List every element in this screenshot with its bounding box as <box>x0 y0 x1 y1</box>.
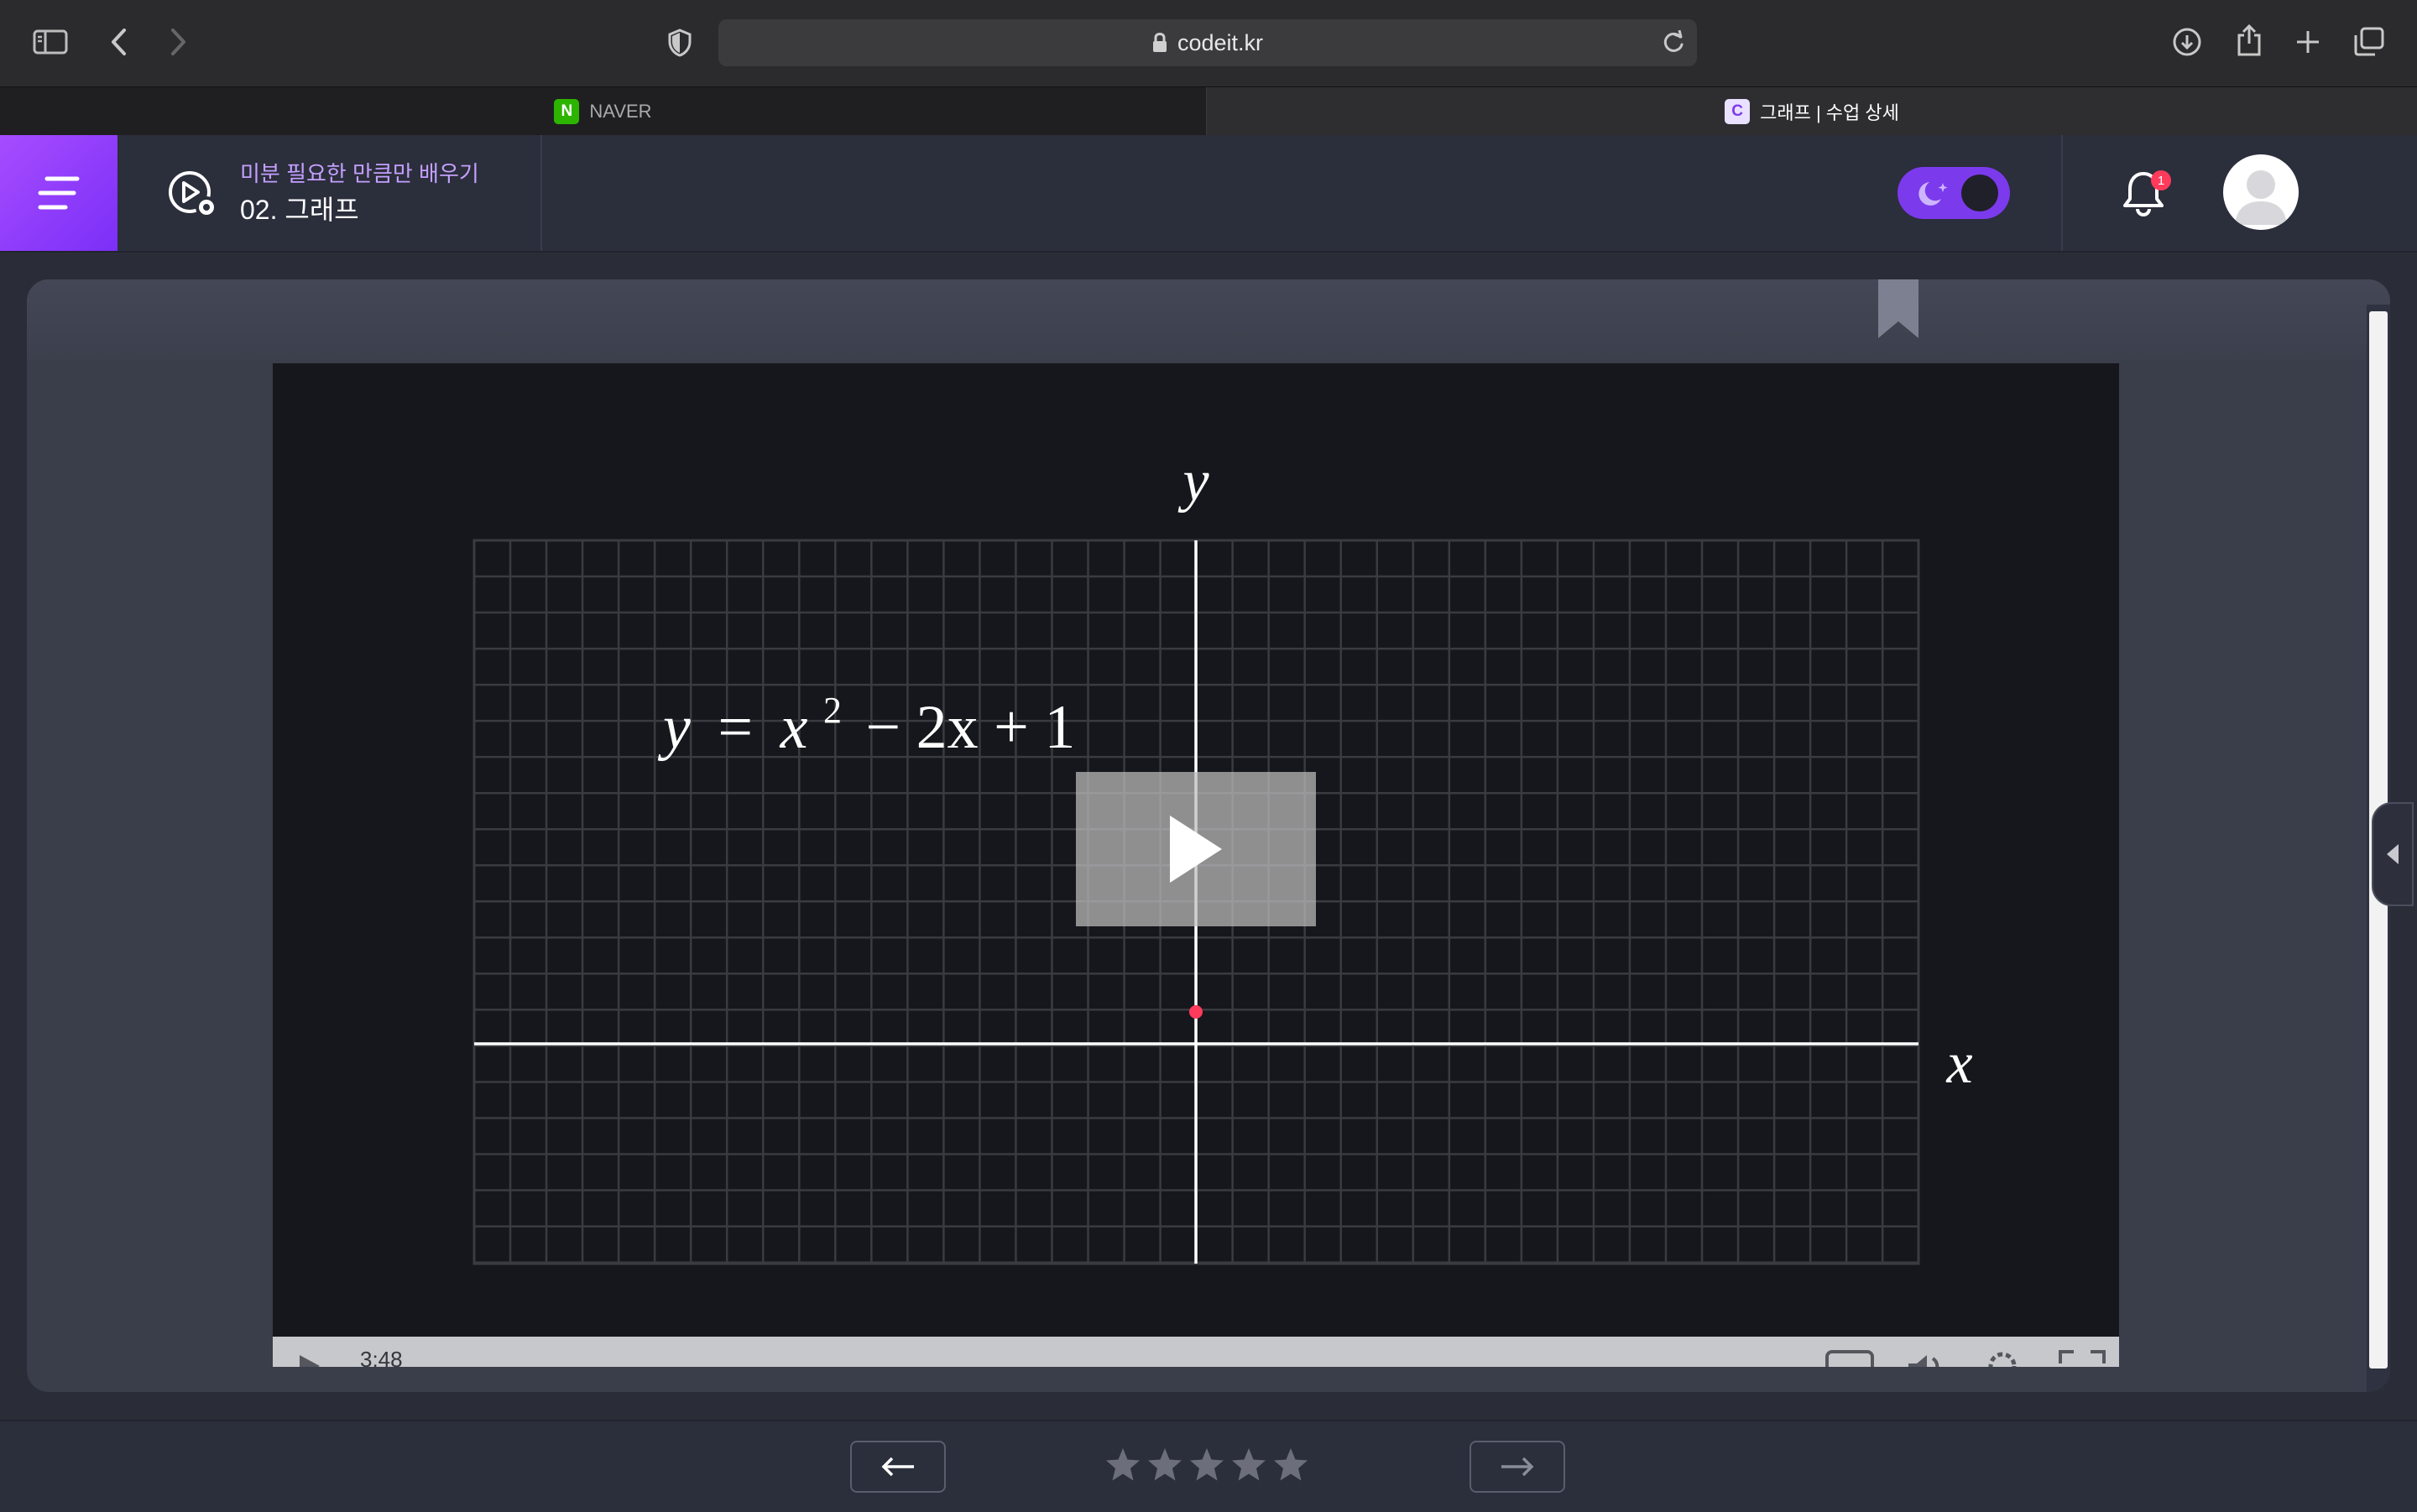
menu-button[interactable] <box>0 135 117 251</box>
user-icon <box>2235 170 2287 225</box>
tab-label: 그래프 | 수업 상세 <box>1760 102 1899 123</box>
star-icon[interactable] <box>1104 1447 1141 1483</box>
star-icon[interactable] <box>1188 1447 1225 1483</box>
course-info[interactable]: 미분 필요한 만큼만 배우기 02. 그래프 <box>117 135 542 251</box>
url-text: codeit.kr <box>1177 29 1264 55</box>
volume-icon[interactable] <box>1905 1350 1947 1367</box>
rating-stars[interactable] <box>1104 1447 1309 1483</box>
course-name: 미분 필요한 만큼만 배우기 <box>240 161 479 186</box>
captions-icon[interactable] <box>1825 1350 1874 1367</box>
fullscreen-icon[interactable] <box>2059 1350 2106 1367</box>
star-icon[interactable] <box>1146 1447 1183 1483</box>
downloads-icon[interactable] <box>2170 25 2204 59</box>
next-lesson-button[interactable] <box>1470 1441 1565 1493</box>
arrow-right-icon <box>1501 1457 1534 1477</box>
play-small-icon[interactable] <box>298 1353 321 1367</box>
dark-mode-toggle[interactable] <box>1898 167 2010 219</box>
header-divider <box>2061 135 2063 251</box>
back-icon[interactable] <box>104 25 134 59</box>
tab-overview-icon[interactable] <box>2352 25 2387 59</box>
tab-label: NAVER <box>589 101 652 122</box>
bottom-navigation <box>0 1420 2417 1512</box>
side-panel-handle[interactable] <box>2372 802 2414 906</box>
lesson-video-icon <box>169 171 217 218</box>
codeit-favicon-icon: C <box>1725 99 1751 124</box>
card-top-bar <box>27 279 2390 360</box>
tab-codeit-lesson[interactable]: C 그래프 | 수업 상세 <box>1207 87 2417 136</box>
moon-icon <box>1918 182 1948 206</box>
new-tab-icon[interactable] <box>2291 25 2325 59</box>
privacy-shield-icon[interactable] <box>665 27 695 59</box>
address-bar[interactable]: codeit.kr <box>718 19 1697 66</box>
star-icon[interactable] <box>1272 1447 1309 1483</box>
reload-icon[interactable] <box>1662 30 1685 55</box>
y-intercept-point <box>1189 1005 1203 1019</box>
y-axis-label: y <box>1177 449 1209 514</box>
video-time: 3:48 <box>360 1347 403 1367</box>
x-axis-label: x <box>1945 1031 1972 1096</box>
sidebar-toggle-icon[interactable] <box>32 27 69 57</box>
share-icon[interactable] <box>2232 22 2266 59</box>
star-icon[interactable] <box>1230 1447 1267 1483</box>
site-header: 미분 필요한 만큼만 배우기 02. 그래프 1 <box>0 135 2417 253</box>
naver-favicon-icon: N <box>554 99 580 124</box>
video-player[interactable]: y x y = x 2 − 2x + 1 3:48 <box>273 363 2119 1367</box>
tab-naver[interactable]: N NAVER <box>0 87 1207 136</box>
notification-badge: 1 <box>2151 170 2171 190</box>
play-icon <box>1170 816 1222 883</box>
settings-gear-icon[interactable] <box>1985 1348 2020 1367</box>
video-controls: 3:48 <box>273 1337 2119 1367</box>
forward-icon[interactable] <box>163 25 193 59</box>
arrow-left-icon <box>881 1457 914 1477</box>
lesson-card: y x y = x 2 − 2x + 1 3:48 <box>27 279 2390 1392</box>
avatar[interactable] <box>2223 154 2299 230</box>
tab-bar: N NAVER C 그래프 | 수업 상세 <box>0 86 2417 136</box>
lesson-title: 02. 그래프 <box>240 195 359 225</box>
equation-label: y = x 2 − 2x + 1 <box>657 668 1075 762</box>
previous-lesson-button[interactable] <box>850 1441 946 1493</box>
play-button[interactable] <box>1076 772 1316 926</box>
toggle-knob <box>1961 175 1998 211</box>
bookmark-icon[interactable] <box>1875 279 1922 342</box>
hamburger-icon <box>38 176 80 210</box>
caret-left-icon <box>2387 844 2399 864</box>
lock-icon <box>1152 33 1167 52</box>
browser-toolbar: codeit.kr <box>0 0 2417 86</box>
